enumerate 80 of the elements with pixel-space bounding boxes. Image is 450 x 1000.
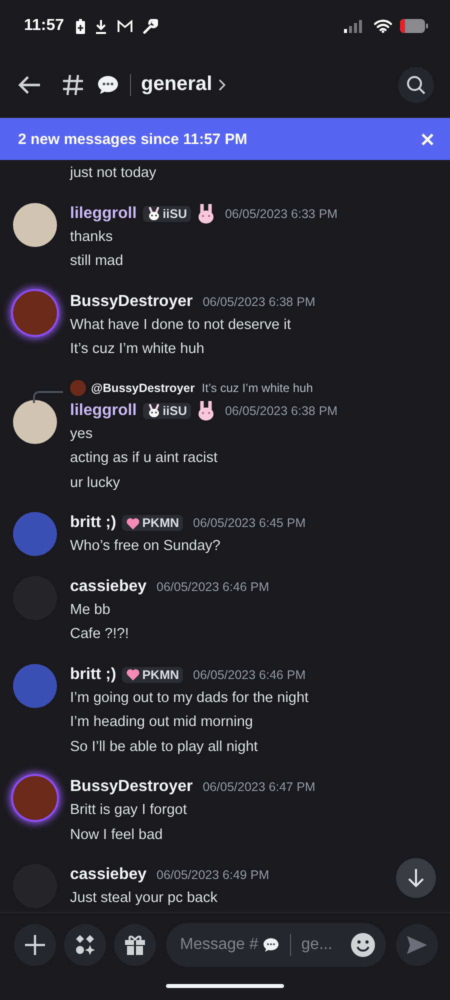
username[interactable]: cassiebey — [70, 866, 147, 884]
username[interactable]: BussyDestroyer — [70, 292, 193, 310]
arrow-down-icon — [407, 868, 425, 888]
search-button[interactable] — [398, 66, 434, 102]
message-text: just not today — [68, 164, 158, 183]
speech-bubble-icon — [262, 936, 280, 954]
reply-text[interactable]: It’s cuz I’m white huh — [202, 380, 313, 394]
timestamp: 06/05/2023 6:47 PM — [202, 780, 316, 794]
timestamp: 06/05/2023 6:38 PM — [202, 294, 316, 308]
channel-name[interactable]: general — [141, 73, 226, 96]
username[interactable]: britt ;) — [70, 514, 116, 532]
placeholder-text: ge... — [301, 936, 332, 954]
message-text: Me bb — [70, 600, 112, 620]
message-text: Who’s free on Sunday? — [70, 537, 222, 556]
battery-low-icon — [400, 19, 428, 33]
jump-to-bottom-button[interactable] — [396, 858, 436, 898]
bunny-icon — [146, 404, 161, 418]
message-text: still mad — [70, 252, 124, 271]
smiley-icon — [350, 932, 376, 958]
send-button[interactable] — [396, 924, 438, 966]
message-text: It’s cuz I’m white huh — [70, 340, 206, 359]
message-field[interactable]: Message # ge... — [166, 922, 386, 966]
message-text: Just steal your pc back — [70, 889, 218, 908]
chevron-right-icon — [218, 78, 226, 92]
username[interactable]: cassiebey — [70, 578, 147, 596]
username[interactable]: lileggroll — [70, 402, 137, 420]
plus-icon — [24, 934, 46, 956]
message-text: ur lucky — [70, 474, 121, 492]
role-tag[interactable]: PKMN — [122, 666, 184, 682]
gift-icon — [124, 934, 146, 956]
close-button[interactable] — [421, 132, 434, 146]
message-text: acting as if u aint racist — [70, 449, 218, 468]
emoji-button[interactable] — [350, 932, 376, 958]
message-text: Now I feel bad — [70, 826, 164, 844]
shapes-icon — [74, 934, 96, 956]
battery-charging-icon — [76, 18, 86, 34]
avatar[interactable] — [13, 202, 57, 246]
close-icon — [421, 132, 434, 146]
message-text: thanks — [70, 228, 114, 246]
message-text: Cafe ?!?! — [70, 625, 130, 644]
hash-icon — [62, 74, 84, 96]
heart-icon — [126, 516, 140, 530]
message-text: What have I done to not deserve it — [70, 316, 292, 334]
arrow-left-icon — [18, 74, 42, 94]
wrench-icon — [143, 18, 158, 34]
username[interactable]: BussyDestroyer — [70, 778, 193, 796]
apps-button[interactable] — [64, 924, 106, 966]
message-text: I’m heading out mid morning — [70, 713, 254, 732]
placeholder-text: Message # — [180, 936, 258, 954]
timestamp: 06/05/2023 6:33 PM — [224, 206, 338, 220]
timestamp: 06/05/2023 6:49 PM — [156, 868, 270, 882]
gift-button[interactable] — [114, 924, 156, 966]
heart-icon — [126, 668, 140, 681]
avatar[interactable] — [13, 400, 57, 444]
clock-time: 11:57 — [24, 17, 64, 35]
wifi-icon — [374, 19, 392, 33]
send-icon — [406, 934, 428, 954]
username[interactable]: britt ;) — [70, 666, 116, 684]
role-tag[interactable]: iiSU — [142, 206, 191, 222]
add-button[interactable] — [14, 924, 56, 966]
message-text: So I’ll be able to play all night — [70, 738, 259, 756]
timestamp: 06/05/2023 6:45 PM — [193, 516, 306, 530]
search-icon — [406, 74, 426, 94]
role-tag[interactable]: PKMN — [122, 515, 184, 531]
message-text: yes — [70, 424, 94, 444]
reply-author[interactable]: @BussyDestroyer — [91, 380, 195, 394]
timestamp: 06/05/2023 6:46 PM — [193, 668, 306, 682]
username[interactable]: lileggroll — [70, 204, 137, 222]
mail-icon — [117, 20, 134, 32]
back-button[interactable] — [18, 74, 42, 94]
timestamp: 06/05/2023 6:38 PM — [224, 404, 338, 418]
new-messages-banner[interactable]: 2 new messages since 11:57 PM — [0, 118, 450, 160]
download-icon — [95, 18, 108, 34]
message-text: Britt is gay I forgot — [70, 801, 188, 820]
timestamp: 06/05/2023 6:46 PM — [156, 580, 270, 594]
message-text: I’m going out to my dads for the night — [70, 688, 309, 708]
reply-avatar — [70, 380, 86, 396]
bunny-icon — [146, 206, 161, 220]
banner-text: 2 new messages since 11:57 PM — [18, 130, 248, 148]
role-tag[interactable]: iiSU — [142, 402, 191, 418]
